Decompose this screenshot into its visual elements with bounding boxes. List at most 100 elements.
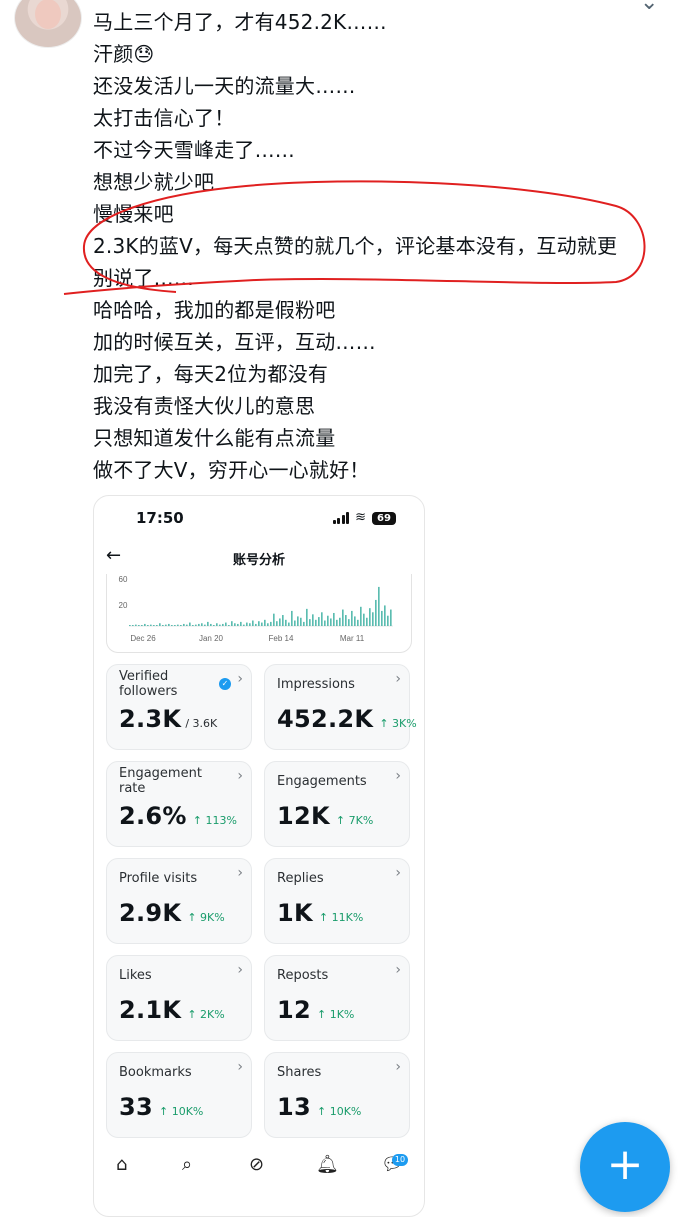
chart-bar <box>171 625 173 626</box>
y-tick-label: 60 <box>119 575 128 584</box>
post-line: 别说了…… <box>93 266 194 290</box>
chart-bar <box>378 586 380 626</box>
chart-bar <box>153 625 155 626</box>
chart-bar <box>273 613 275 626</box>
home-icon[interactable]: ⌂ <box>116 1154 127 1175</box>
chart-bar <box>207 621 209 626</box>
verified-check-icon: ✓ <box>219 678 231 690</box>
metric-card[interactable]: Bookmarks › 33 ↑ 10K% <box>106 1052 252 1138</box>
battery-icon: 69 <box>372 511 396 525</box>
metric-card[interactable]: Shares › 13 ↑ 10K% <box>264 1052 410 1138</box>
chevron-right-icon: › <box>395 962 401 978</box>
chart-bar <box>303 621 305 626</box>
metric-card[interactable]: Engagement rate › 2.6% ↑ 113% <box>106 761 252 847</box>
chart-bar <box>180 625 182 626</box>
chart-bar <box>369 608 371 626</box>
metric-value: 2.3K <box>119 705 182 733</box>
chart-bar <box>276 621 278 626</box>
metric-value: 2.1K <box>119 996 182 1024</box>
wifi-icon: ≋ <box>355 510 366 525</box>
metric-label: Reposts <box>277 968 329 983</box>
chart-bar <box>141 625 143 626</box>
chart-bar <box>351 610 353 626</box>
chart-bar <box>216 623 218 626</box>
metric-change: ↑ 10K% <box>317 1105 362 1118</box>
compose-button[interactable]: + <box>580 1122 670 1212</box>
chart-bar <box>294 620 296 626</box>
metric-card[interactable]: Replies › 1K ↑ 11K% <box>264 858 410 944</box>
metric-card[interactable]: Likes › 2.1K ↑ 2K% <box>106 955 252 1041</box>
chart-bar <box>231 621 233 626</box>
metric-value: 13 <box>277 1093 311 1121</box>
post-line: 不过今天雪峰走了…… <box>93 138 295 162</box>
chart-bar <box>138 625 140 626</box>
metric-change: ↑ 113% <box>192 814 237 827</box>
chart-bar <box>366 617 368 626</box>
chevron-right-icon: › <box>237 671 243 687</box>
chart-bar <box>297 616 299 626</box>
chart-bar <box>252 620 254 626</box>
chart-bar <box>165 624 167 626</box>
post-line: 2.3K的蓝V，每天点赞的就几个，评论基本没有，互动就更 <box>93 234 618 258</box>
search-icon[interactable]: ⌕ <box>182 1154 192 1175</box>
metric-change: ↑ 1K% <box>317 1008 355 1021</box>
post-line: 做不了大V，穷开心一心就好！ <box>93 458 370 482</box>
metric-card[interactable]: Engagements › 12K ↑ 7K% <box>264 761 410 847</box>
metric-value: 12 <box>277 996 311 1024</box>
chart-bar <box>381 610 383 626</box>
metric-label: Likes <box>119 968 152 983</box>
chart-bar <box>300 617 302 626</box>
chart-bar <box>390 609 392 626</box>
chart-bar <box>372 612 374 626</box>
metric-label: Bookmarks <box>119 1065 192 1080</box>
post-line: 哈哈哈，我加的都是假粉吧 <box>93 298 336 322</box>
chart-bar <box>270 621 272 626</box>
author-avatar[interactable] <box>14 0 82 48</box>
grok-icon[interactable]: ⊘ <box>249 1154 264 1175</box>
signal-icon <box>332 512 350 524</box>
post-line: 还没发活儿一天的流量大…… <box>93 74 356 98</box>
chart-svg: 60 20 Dec 26 Jan 20 Feb 14 Mar 11 <box>119 575 393 643</box>
metric-change: ↑ 7K% <box>335 814 374 827</box>
metric-label: Engagement rate <box>119 766 202 796</box>
metric-card[interactable]: Impressions › 452.2K ↑ 3K% <box>264 664 417 750</box>
status-time: 17:50 <box>136 509 184 527</box>
post-line: 加的时候互关，互评，互动…… <box>93 330 376 354</box>
metric-label: Engagements <box>277 774 367 789</box>
chevron-right-icon: › <box>237 1059 243 1075</box>
metric-card[interactable]: Reposts › 12 ↑ 1K% <box>264 955 410 1041</box>
chart-bar <box>222 623 224 626</box>
chart-bar <box>354 616 356 626</box>
chart-bar <box>345 615 347 626</box>
metric-change: ↑ 2K% <box>187 1008 225 1021</box>
chart-bar <box>168 623 170 626</box>
chart-bar <box>261 622 263 626</box>
post-line: 只想知道发什么能有点流量 <box>93 426 336 450</box>
chevron-right-icon: › <box>395 865 401 881</box>
chart-bar <box>342 609 344 626</box>
chart-bar <box>186 624 188 626</box>
chart-bar <box>198 623 200 626</box>
post-line: 加完了，每天2位为都没有 <box>93 362 329 386</box>
chart-bar <box>237 623 239 626</box>
post-line: 想想少就少吧 <box>93 170 215 194</box>
chart-bar <box>291 610 293 626</box>
chart-bar <box>243 624 245 626</box>
metric-card[interactable]: Verified followers › ✓ 2.3K/ 3.6K <box>106 664 252 750</box>
notifications-icon[interactable]: 🔔︎ <box>316 1154 339 1175</box>
chart-bar <box>306 608 308 626</box>
chart-bar <box>324 620 326 626</box>
status-bar: 17:50 ≋ 69 <box>94 496 424 540</box>
chart-bar <box>384 605 386 626</box>
metric-card[interactable]: Profile visits › 2.9K ↑ 9K% <box>106 858 252 944</box>
chart-bar <box>309 619 311 626</box>
metric-label: Shares <box>277 1065 322 1080</box>
chart-bar <box>255 623 257 626</box>
chart-bar <box>228 625 230 626</box>
metric-label: Replies <box>277 871 324 886</box>
chevron-right-icon: › <box>237 768 243 784</box>
post-line: 我没有责怪大伙儿的意思 <box>93 394 316 418</box>
chart-bar <box>234 623 236 626</box>
chart-bar <box>210 623 212 626</box>
metric-change: ↑ 9K% <box>187 911 225 924</box>
